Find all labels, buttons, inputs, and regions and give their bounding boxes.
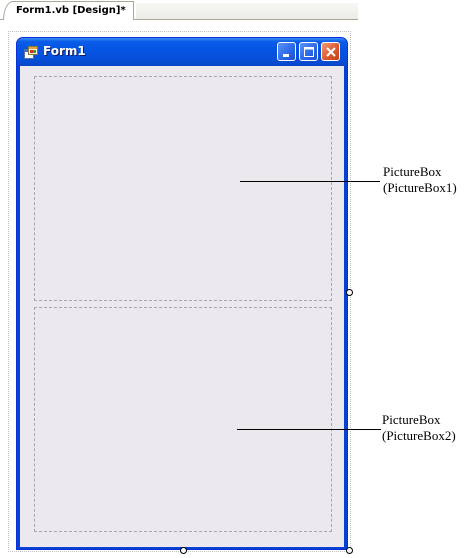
callout-label-picturebox2: PictureBox (PictureBox2) [382, 412, 456, 444]
callout-label-picturebox1: PictureBox (PictureBox1) [383, 164, 457, 196]
form-window[interactable]: Form1 [16, 37, 348, 550]
form-app-icon [24, 45, 38, 59]
maximize-icon [304, 47, 314, 57]
callout-type-text: PictureBox [383, 164, 442, 179]
minimize-button[interactable] [277, 42, 296, 61]
form-title: Form1 [43, 44, 86, 58]
callout-type-text: PictureBox [382, 412, 441, 427]
close-icon [326, 47, 336, 57]
callout-line-picturebox1 [240, 181, 380, 182]
resize-handle-bottom[interactable] [180, 547, 187, 554]
tab-label: Form1.vb [Design]* [16, 5, 126, 16]
tab-form1-design[interactable]: Form1.vb [Design]* [3, 1, 134, 20]
picturebox-2[interactable] [34, 307, 332, 532]
resize-handle-right[interactable] [346, 289, 353, 296]
callout-line-picturebox2 [237, 429, 381, 430]
close-button[interactable] [321, 42, 340, 61]
tab-strip-background [136, 3, 358, 19]
picturebox-1[interactable] [34, 76, 332, 301]
form-title-bar[interactable]: Form1 [17, 38, 347, 66]
resize-handle-corner[interactable] [346, 547, 353, 554]
designer-tab-strip: Form1.vb [Design]* [0, 0, 474, 20]
form-client-area[interactable] [20, 66, 344, 547]
callout-name-text: (PictureBox2) [382, 428, 456, 443]
maximize-button[interactable] [299, 42, 318, 61]
minimize-icon [283, 54, 289, 57]
callout-name-text: (PictureBox1) [383, 180, 457, 195]
